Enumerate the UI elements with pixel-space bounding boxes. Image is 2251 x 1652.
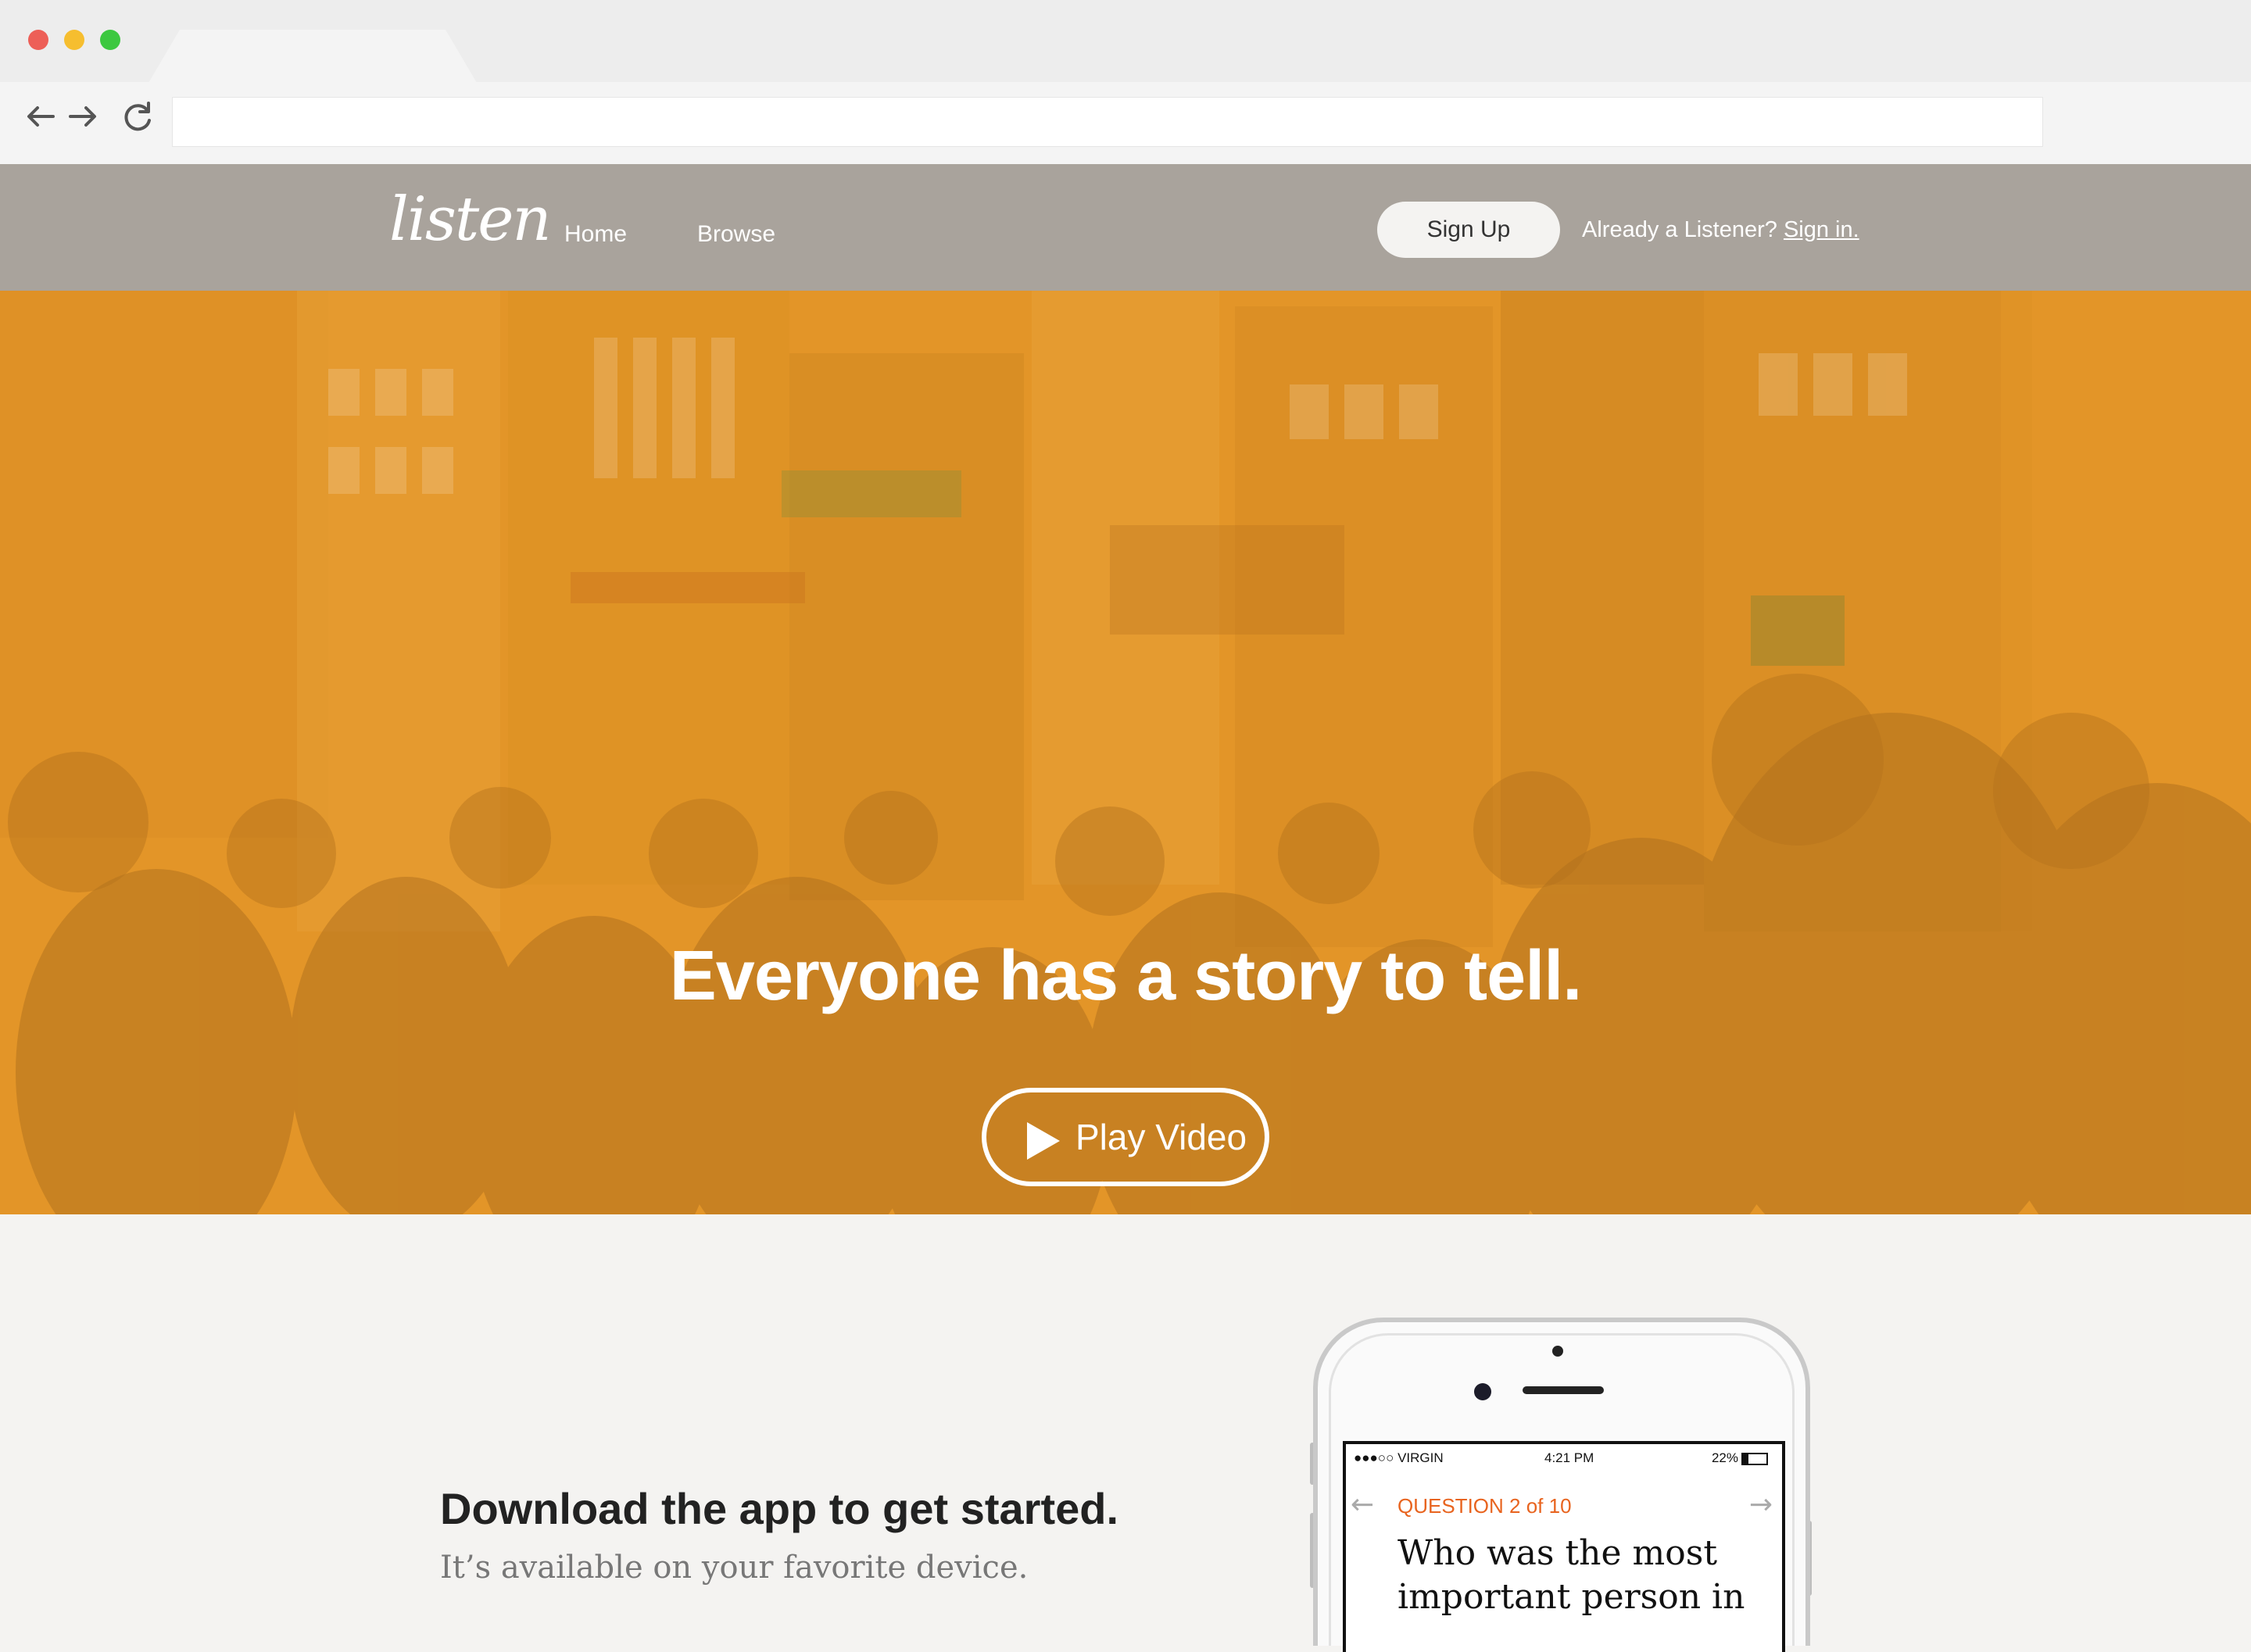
download-section xyxy=(0,1214,2251,1613)
hero-title: Everyone has a story to tell. xyxy=(669,937,1582,1015)
play-icon xyxy=(1027,1122,1060,1160)
sign-up-button[interactable]: Sign Up xyxy=(1377,202,1560,258)
battery-percent: 22% xyxy=(1711,1450,1738,1465)
phone-speaker xyxy=(1523,1386,1604,1394)
download-title: Download the app to get started. xyxy=(440,1484,1119,1533)
download-subtitle: It’s available on your favorite device. xyxy=(440,1550,1029,1586)
maximize-window-button[interactable] xyxy=(100,30,120,50)
status-time: 4:21 PM xyxy=(1544,1450,1594,1465)
battery-indicator: 22% xyxy=(1712,1450,1768,1466)
battery-icon xyxy=(1741,1452,1768,1465)
phone-mockup: ●●●○○ VIRGIN 4:21 PM 22% ← QUESTION 2 of… xyxy=(1313,1318,1810,1652)
nav-browse-link[interactable]: Browse xyxy=(697,220,775,249)
nav-home-link[interactable]: Home xyxy=(564,220,627,249)
browser-chrome xyxy=(0,0,2251,164)
next-question-icon[interactable]: → xyxy=(1749,1489,1773,1521)
hero-section: Everyone has a story to tell. Play Video xyxy=(0,291,2251,1214)
phone-status-bar: ●●●○○ VIRGIN 4:21 PM 22% xyxy=(1354,1450,1776,1471)
minimize-window-button[interactable] xyxy=(64,30,84,50)
carrier-label: ●●●○○ VIRGIN xyxy=(1354,1450,1444,1465)
sign-in-link[interactable]: Sign in. xyxy=(1784,217,1859,242)
question-header: ← QUESTION 2 of 10 → xyxy=(1346,1489,1782,1521)
close-window-button[interactable] xyxy=(28,30,48,50)
reload-icon[interactable] xyxy=(119,98,156,135)
city-street-background-image xyxy=(0,291,2251,1214)
browser-tab[interactable] xyxy=(149,30,477,83)
window-controls xyxy=(28,30,120,50)
previous-question-icon[interactable]: ← xyxy=(1351,1489,1374,1521)
question-counter: QUESTION 2 of 10 xyxy=(1397,1494,1572,1518)
sign-in-prompt: Already a Listener? Sign in. xyxy=(1582,216,1859,244)
sign-in-prefix: Already a Listener? xyxy=(1582,217,1777,242)
phone-front-camera xyxy=(1474,1383,1491,1400)
address-bar[interactable] xyxy=(172,97,2043,147)
phone-screen: ●●●○○ VIRGIN 4:21 PM 22% ← QUESTION 2 of… xyxy=(1343,1441,1785,1652)
play-video-button[interactable]: Play Video xyxy=(982,1088,1269,1186)
play-video-label: Play Video xyxy=(1075,1117,1247,1157)
listen-logo[interactable]: listen xyxy=(389,184,552,255)
site-header xyxy=(0,164,2251,291)
phone-sensor xyxy=(1552,1346,1563,1357)
forward-arrow-icon[interactable] xyxy=(64,98,102,135)
question-text: Who was the most important person in xyxy=(1397,1533,1745,1617)
back-arrow-icon[interactable] xyxy=(22,98,59,135)
